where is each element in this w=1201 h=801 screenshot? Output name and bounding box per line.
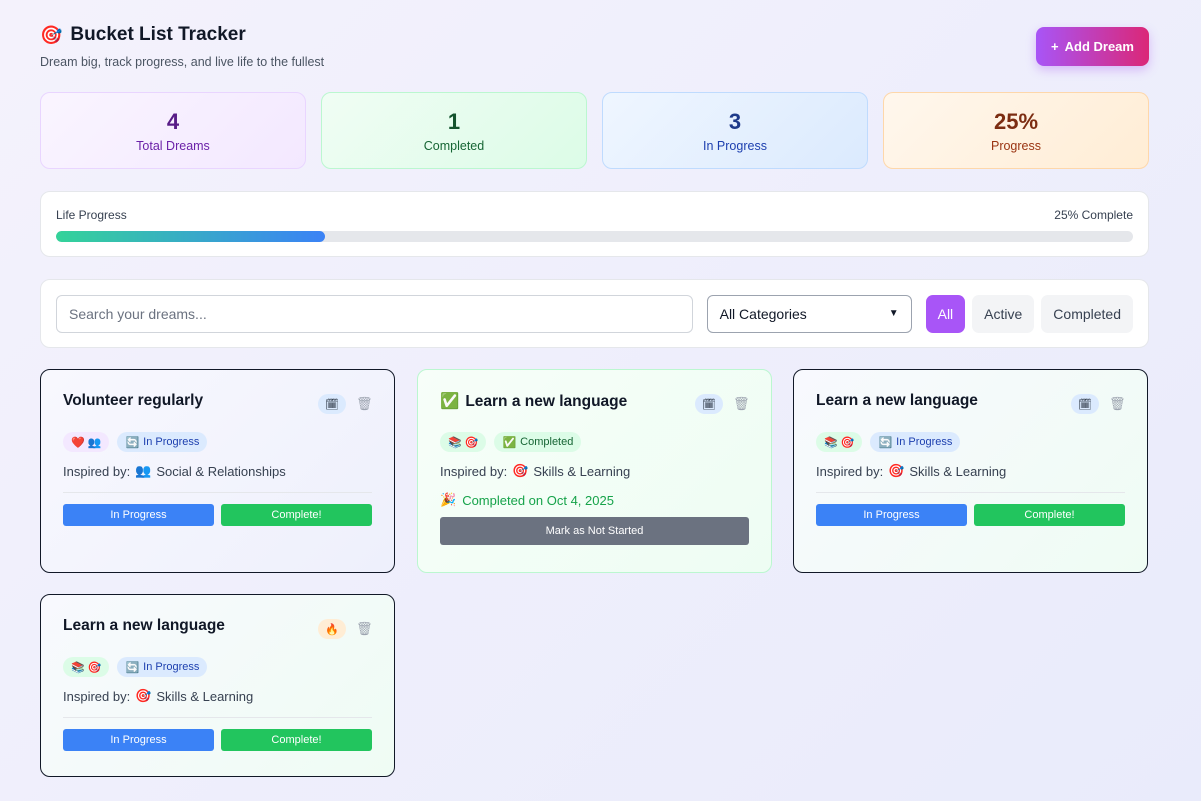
complete-button[interactable]: Complete! — [221, 504, 372, 526]
dream-title: Learn a new language — [465, 392, 628, 410]
status-badge: 🔄 In Progress — [117, 432, 208, 452]
page-title: Bucket List Tracker — [70, 24, 246, 45]
category-tag: 📚 🎯 — [816, 432, 863, 452]
inspired-value: Skills & Learning — [156, 688, 254, 704]
plus-icon: + — [1051, 39, 1059, 54]
status-text: In Progress — [143, 661, 200, 673]
calendar-icon[interactable]: 🗓 — [695, 394, 723, 414]
filter-active-button[interactable]: Active — [972, 294, 1035, 333]
dream-card: Volunteer regularly 🗓 🗑 ❤️ 👥 🔄 In Progre… — [40, 369, 395, 573]
divider — [63, 492, 372, 493]
status-text: Completed — [520, 436, 574, 448]
fire-icon[interactable]: 🔥 — [318, 619, 346, 639]
divider — [63, 717, 372, 718]
inspired-label: Inspired by: — [63, 688, 131, 704]
stat-label: Total Dreams — [136, 138, 210, 153]
add-dream-label: Add Dream — [1064, 39, 1134, 54]
complete-button[interactable]: Complete! — [221, 729, 372, 751]
stat-value: 1 — [447, 108, 461, 134]
category-select-value: All Categories — [719, 305, 807, 322]
stats-row: 4 Total Dreams 1 Completed 3 In Progress… — [40, 92, 1149, 169]
add-dream-button[interactable]: + Add Dream — [1036, 27, 1149, 66]
completed-date-text: Completed on Oct 4, 2025 — [462, 492, 614, 508]
refresh-icon: 🔄 — [125, 661, 140, 674]
trash-icon[interactable]: 🗑 — [1109, 396, 1126, 412]
status-text: In Progress — [143, 436, 200, 448]
inspired-by: Inspired by: 🎯 Skills & Learning — [816, 463, 1125, 479]
mark-not-started-button[interactable]: Mark as Not Started — [440, 517, 749, 545]
status-badge: 🔄 In Progress — [870, 432, 961, 452]
target-icon: 🎯 — [40, 25, 63, 45]
progress-status: 25% Complete — [1054, 208, 1133, 222]
search-input[interactable] — [56, 294, 693, 333]
dream-title: Volunteer regularly — [63, 392, 204, 409]
dream-title: Learn a new language — [816, 392, 978, 409]
check-icon: ✅ — [440, 393, 460, 410]
status-text: In Progress — [896, 436, 953, 448]
stat-value: 25% — [993, 108, 1039, 134]
inspired-label: Inspired by: — [440, 463, 508, 479]
stat-label: In Progress — [703, 138, 767, 153]
stat-value: 4 — [166, 108, 180, 134]
category-select[interactable]: All Categories ▼ — [706, 294, 912, 333]
trash-icon[interactable]: 🗑 — [733, 396, 750, 412]
inspired-value: Social & Relationships — [156, 463, 286, 479]
life-progress-panel: Life Progress 25% Complete — [40, 191, 1149, 257]
status-badge: ✅ Completed — [494, 432, 582, 452]
status-filter-group: All Active Completed — [925, 294, 1133, 333]
stat-label: Completed — [423, 138, 485, 153]
in-progress-button[interactable]: In Progress — [816, 504, 967, 526]
check-icon: ✅ — [502, 436, 517, 449]
stat-progress: 25% Progress — [883, 92, 1149, 169]
stat-value: 3 — [728, 108, 742, 134]
complete-button[interactable]: Complete! — [974, 504, 1125, 526]
inspired-value: Skills & Learning — [909, 463, 1007, 479]
refresh-icon: 🔄 — [125, 436, 140, 449]
stat-in-progress: 3 In Progress — [602, 92, 868, 169]
stat-completed: 1 Completed — [321, 92, 587, 169]
progress-labels: Life Progress 25% Complete — [56, 208, 1133, 222]
dream-card: ✅ Learn a new language 🗓 🗑 📚 🎯 ✅ Complet… — [417, 369, 772, 573]
filter-completed-button[interactable]: Completed — [1041, 294, 1133, 333]
trash-icon[interactable]: 🗑 — [356, 396, 373, 412]
category-tag: 📚 🎯 — [63, 657, 110, 677]
dream-card: Learn a new language 🗓 🗑 📚 🎯 🔄 In Progre… — [793, 369, 1148, 573]
people-icon: 👥 — [135, 463, 152, 478]
party-icon: 🎉 — [440, 492, 457, 507]
progress-fill — [56, 231, 326, 242]
target-icon: 🎯 — [888, 463, 905, 478]
progress-track — [56, 231, 1133, 242]
dream-title-row: ✅ Learn a new language — [440, 392, 627, 411]
filter-all-button[interactable]: All — [925, 294, 966, 333]
divider — [816, 492, 1125, 493]
target-icon: 🎯 — [512, 463, 529, 478]
title-row: 🎯 Bucket List Tracker — [40, 24, 1149, 46]
inspired-value: Skills & Learning — [533, 463, 631, 479]
stat-total-dreams: 4 Total Dreams — [40, 92, 306, 169]
dream-card: Learn a new language 🔥 🗑 📚 🎯 🔄 In Progre… — [40, 594, 395, 777]
trash-icon[interactable]: 🗑 — [356, 621, 373, 637]
status-badge: 🔄 In Progress — [117, 657, 208, 677]
in-progress-button[interactable]: In Progress — [63, 729, 214, 751]
header: 🎯 Bucket List Tracker Dream big, track p… — [40, 24, 1149, 74]
calendar-icon[interactable]: 🗓 — [318, 394, 346, 414]
inspired-by: Inspired by: 🎯 Skills & Learning — [63, 688, 372, 704]
filter-panel: All Categories ▼ All Active Completed — [40, 279, 1149, 348]
completed-date: 🎉 Completed on Oct 4, 2025 — [440, 492, 749, 508]
inspired-label: Inspired by: — [816, 463, 884, 479]
inspired-by: Inspired by: 👥 Social & Relationships — [63, 463, 372, 479]
in-progress-button[interactable]: In Progress — [63, 504, 214, 526]
stat-label: Progress — [990, 138, 1042, 153]
dream-title: Learn a new language — [63, 617, 225, 634]
category-tag: 📚 🎯 — [440, 432, 487, 452]
category-tag: ❤️ 👥 — [63, 432, 110, 452]
chevron-down-icon: ▼ — [888, 308, 899, 319]
progress-label: Life Progress — [56, 208, 127, 222]
page-subtitle: Dream big, track progress, and live life… — [40, 55, 325, 69]
target-icon: 🎯 — [135, 688, 152, 703]
inspired-by: Inspired by: 🎯 Skills & Learning — [440, 463, 749, 479]
calendar-icon[interactable]: 🗓 — [1071, 394, 1099, 414]
inspired-label: Inspired by: — [63, 463, 131, 479]
refresh-icon: 🔄 — [878, 436, 893, 449]
